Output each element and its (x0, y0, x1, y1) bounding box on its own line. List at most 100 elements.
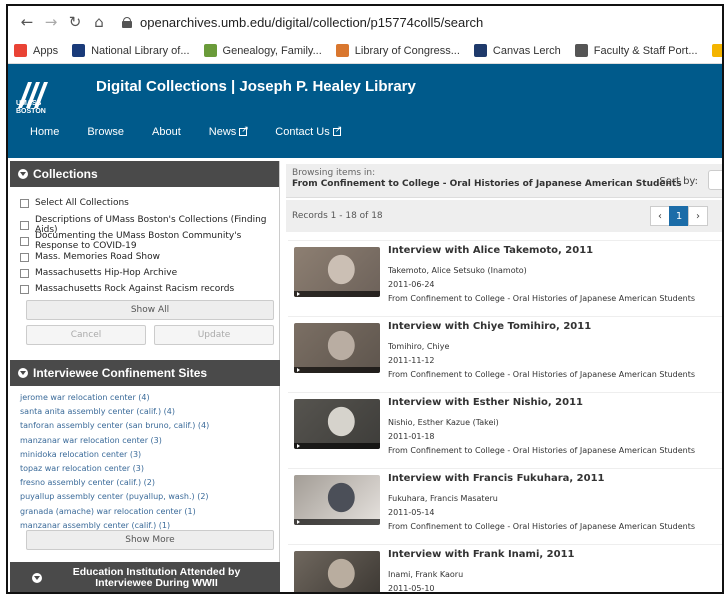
play-icon[interactable] (297, 520, 300, 524)
result-date: 2011-05-10 (388, 584, 435, 593)
video-thumbnail[interactable] (294, 551, 380, 592)
confinement-site-link[interactable]: fresno assembly center (calif.) (2) (20, 476, 209, 490)
play-icon[interactable] (297, 444, 300, 448)
forward-arrow-icon[interactable]: → (40, 11, 62, 33)
sort-label: Sort by: (659, 176, 698, 187)
update-button[interactable]: Update (154, 325, 274, 345)
result-title[interactable]: Interview with Alice Takemoto, 2011 (388, 245, 593, 256)
result-item[interactable]: Interview with Frank Inami, 2011 Inami, F… (288, 544, 722, 593)
result-collection: From Confinement to College - Oral Histo… (388, 446, 696, 455)
bookmark-favicon-icon (711, 44, 722, 57)
bookmark-favicon-icon (473, 44, 487, 57)
collection-checkbox-row[interactable]: Massachusetts Hip-Hop Archive (20, 265, 279, 281)
video-controls-bar (294, 443, 380, 449)
collection-checkbox-row[interactable]: Mass. Memories Road Show (20, 249, 279, 265)
result-item[interactable]: Interview with Francis Fukuhara, 2011 Fuk… (288, 468, 722, 534)
video-thumbnail[interactable] (294, 247, 380, 297)
confinement-site-link[interactable]: jerome war relocation center (4) (20, 391, 209, 405)
prev-page-icon[interactable]: ‹ (650, 206, 670, 226)
select-all-collections[interactable]: Select All Collections (20, 195, 279, 211)
nav-about[interactable]: About (152, 126, 181, 138)
results-area: Browsing items in: From Confinement to C… (286, 164, 722, 593)
bookmark-item[interactable]: Canvas Lerch (473, 44, 561, 57)
confinement-site-link[interactable]: santa anita assembly center (calif.) (4) (20, 405, 209, 419)
bookmark-item[interactable]: National Library of... (72, 44, 190, 57)
collapse-caret-icon (18, 368, 28, 378)
confinement-site-link[interactable]: tanforan assembly center (san bruno, cal… (20, 419, 209, 433)
result-item[interactable]: Interview with Chiye Tomihiro, 2011 Tomih… (288, 316, 722, 382)
nav-home[interactable]: Home (30, 126, 59, 138)
browser-window: ← → ↻ ⌂ openarchives.umb.edu/digital/col… (6, 4, 724, 594)
result-date: 2011-01-18 (388, 432, 435, 441)
bookmark-favicon-icon (203, 44, 217, 57)
video-thumbnail[interactable] (294, 323, 380, 373)
result-title[interactable]: Interview with Esther Nishio, 2011 (388, 397, 583, 408)
bookmark-item[interactable]: My Drive - Google... (711, 44, 722, 57)
collections-facet-header[interactable]: Collections (10, 161, 279, 187)
page-button[interactable]: 1 (669, 206, 689, 226)
result-date: 2011-11-12 (388, 356, 435, 365)
address-bar[interactable]: openarchives.umb.edu/digital/collection/… (122, 15, 483, 30)
checkbox[interactable] (20, 252, 29, 262)
video-controls-bar (294, 519, 380, 525)
checkbox[interactable] (20, 198, 29, 208)
back-arrow-icon[interactable]: ← (16, 11, 38, 33)
confinement-site-link[interactable]: topaz war relocation center (3) (20, 462, 209, 476)
result-title[interactable]: Interview with Frank Inami, 2011 (388, 549, 575, 560)
result-collection: From Confinement to College - Oral Histo… (388, 522, 696, 531)
bookmark-item[interactable]: Apps (14, 44, 58, 57)
sidebar: Collections Select All Collections Descr… (10, 161, 280, 592)
site-title[interactable]: Digital Collections | Joseph P. Healey L… (96, 78, 416, 95)
result-date: 2011-05-14 (388, 508, 435, 517)
nav-contact-us[interactable]: Contact Us (275, 124, 342, 138)
lock-icon (122, 16, 132, 28)
bookmark-item[interactable]: Faculty & Staff Port... (574, 44, 698, 57)
result-item[interactable]: Interview with Esther Nishio, 2011 Nishio… (288, 392, 722, 458)
result-creator: Inami, Frank Kaoru (388, 570, 464, 579)
confinement-sites-facet-header[interactable]: Interviewee Confinement Sites (10, 360, 280, 386)
sort-dropdown[interactable] (708, 170, 722, 190)
bookmark-favicon-icon (574, 44, 588, 57)
bookmark-item[interactable]: Genealogy, Family... (203, 44, 322, 57)
pagination: ‹ 1 › (650, 206, 708, 226)
result-item[interactable]: Interview with Alice Takemoto, 2011 Takem… (288, 240, 722, 306)
result-creator: Tomihiro, Chiye (388, 342, 450, 351)
nav-browse[interactable]: Browse (87, 126, 124, 138)
checkbox[interactable] (20, 268, 29, 278)
video-thumbnail[interactable] (294, 399, 380, 449)
collapse-caret-icon (31, 573, 42, 583)
checkbox[interactable] (20, 220, 29, 230)
confinement-site-link[interactable]: manzanar war relocation center (3) (20, 434, 209, 448)
nav-news[interactable]: News (209, 124, 249, 138)
result-collection: From Confinement to College - Oral Histo… (388, 294, 696, 303)
play-icon[interactable] (297, 368, 300, 372)
video-thumbnail[interactable] (294, 475, 380, 525)
play-icon[interactable] (297, 292, 300, 296)
confinement-site-link[interactable]: minidoka relocation center (3) (20, 448, 209, 462)
next-page-icon[interactable]: › (688, 206, 708, 226)
confinement-site-link[interactable]: puyallup assembly center (puyallup, wash… (20, 490, 209, 504)
cancel-button[interactable]: Cancel (26, 325, 146, 345)
bookmark-favicon-icon (72, 44, 86, 57)
collapse-caret-icon (18, 169, 28, 179)
reload-icon[interactable]: ↻ (64, 11, 86, 33)
site-header: UMASS BOSTON Digital Collections | Josep… (8, 64, 722, 158)
bookmark-item[interactable]: Library of Congress... (335, 44, 460, 57)
checkbox[interactable] (20, 236, 29, 246)
result-title[interactable]: Interview with Francis Fukuhara, 2011 (388, 473, 605, 484)
show-all-button[interactable]: Show All (26, 300, 274, 320)
external-link-icon (332, 124, 342, 136)
video-controls-bar (294, 291, 380, 297)
records-count: Records 1 - 18 of 18 (292, 211, 383, 221)
collection-checkbox-row[interactable]: Documenting the UMass Boston Community's… (20, 231, 279, 251)
result-creator: Takemoto, Alice Setsuko (Inamoto) (388, 266, 527, 275)
checkbox[interactable] (20, 284, 29, 294)
confinement-site-link[interactable]: granada (amache) war relocation center (… (20, 505, 209, 519)
education-facet-header[interactable]: Education Institution Attended by Interv… (10, 562, 280, 592)
home-icon[interactable]: ⌂ (88, 11, 110, 33)
result-creator: Fukuhara, Francis Masateru (388, 494, 498, 503)
result-title[interactable]: Interview with Chiye Tomihiro, 2011 (388, 321, 591, 332)
show-more-button[interactable]: Show More (26, 530, 274, 550)
confinement-site-list: jerome war relocation center (4) santa an… (20, 391, 209, 533)
collection-checkbox-row[interactable]: Massachusetts Rock Against Racism record… (20, 281, 279, 297)
